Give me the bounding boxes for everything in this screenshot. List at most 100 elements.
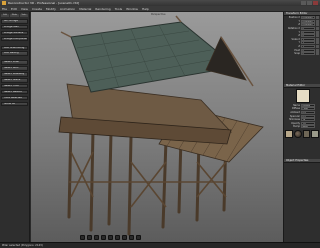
field-input[interactable]: 1 (301, 41, 315, 45)
window-title: Reconstructor 3D - Professional - [scene… (8, 1, 80, 5)
app-icon (2, 1, 6, 5)
material-editor-header[interactable]: Material Editor (284, 83, 320, 88)
stepper-icon[interactable] (315, 27, 319, 31)
tool-button[interactable]: Add Railing (1, 51, 28, 56)
move-icon[interactable] (80, 234, 85, 240)
tool-button[interactable]: Show All (1, 101, 28, 107)
tool-button[interactable]: Select Floor (1, 83, 28, 89)
field-label: Scale X (291, 37, 300, 41)
roof (70, 21, 238, 93)
field-label: Z (298, 23, 300, 27)
menu-modify[interactable]: Modify (46, 7, 56, 11)
zoom-icon[interactable] (108, 234, 113, 240)
tool-button[interactable]: Add Scaffolding (1, 45, 28, 51)
material-sphere-preview[interactable] (293, 129, 302, 138)
field-input[interactable]: 10 (301, 118, 315, 122)
material-thumbnail[interactable] (285, 129, 293, 138)
stepper-icon[interactable] (315, 34, 319, 38)
menu-edit[interactable]: Edit (11, 7, 17, 11)
tool-panel: Edit Mode Tools Mk. Bridge Bridge Wall B… (0, 12, 30, 242)
field-input[interactable]: 0.000000 (301, 23, 315, 27)
field-input[interactable]: 0.000000 (301, 16, 315, 20)
field-input[interactable]: Default (301, 103, 315, 107)
field-input[interactable]: Color (301, 107, 315, 111)
tool-button[interactable]: Select Pillar (1, 60, 28, 65)
field-label: Shininess (289, 118, 300, 122)
frame-icon[interactable] (129, 234, 134, 240)
field-input[interactable]: 0.2 (301, 114, 315, 118)
object-properties-header[interactable]: Object Properties (284, 158, 320, 163)
field-label: Y (298, 19, 300, 23)
tab-edit[interactable]: Edit (1, 14, 10, 17)
tool-button[interactable]: Mk. Bridge (1, 19, 28, 24)
field-label: Opacity (291, 121, 300, 125)
material-thumbnail[interactable] (311, 129, 319, 138)
panel-spacer (284, 139, 320, 159)
material-row: Bump None (284, 125, 320, 129)
field-input[interactable]: 0.000000 (301, 19, 315, 23)
field-input[interactable]: None (301, 125, 315, 129)
material-thumbnails (284, 129, 320, 139)
tool-button[interactable]: Select Beams (1, 89, 28, 95)
tool-button[interactable]: Bridge Wall (1, 24, 28, 30)
transform-row: Snap 0 (284, 52, 320, 56)
maximize-button[interactable] (307, 1, 312, 5)
rotate-icon[interactable] (87, 234, 92, 240)
stilt-house-model[interactable] (31, 12, 283, 242)
field-input[interactable]: 1.0 (301, 121, 315, 125)
minimize-button[interactable] (301, 1, 306, 5)
select-icon[interactable] (101, 234, 106, 240)
menu-file[interactable]: File (2, 7, 7, 11)
menu-help[interactable]: Help (142, 7, 149, 11)
menu-material[interactable]: Material (79, 7, 91, 11)
3d-viewport[interactable]: Perspective (31, 12, 283, 242)
tool-button[interactable]: Bridge Component (1, 36, 28, 42)
menu-create[interactable]: Create (32, 7, 42, 11)
window-controls (301, 1, 318, 5)
orbit-icon[interactable] (122, 234, 127, 240)
color-swatch[interactable] (296, 88, 310, 103)
stepper-icon[interactable] (315, 48, 319, 52)
field-input[interactable]: 0 (301, 30, 315, 34)
tab-tools[interactable]: Tools (19, 14, 28, 17)
stepper-icon[interactable] (315, 16, 319, 20)
field-input[interactable]: 1 (301, 37, 315, 41)
stepper-icon[interactable] (315, 52, 319, 56)
tool-button[interactable]: Hide Selected (1, 95, 28, 101)
tool-button[interactable]: Select Roof (1, 66, 28, 71)
field-label: Specular (289, 114, 300, 118)
menu-window[interactable]: Window (126, 7, 138, 11)
stepper-icon[interactable] (315, 45, 319, 49)
stepper-icon[interactable] (315, 19, 319, 23)
pan-icon[interactable] (115, 234, 120, 240)
material-thumbnail[interactable] (302, 129, 311, 138)
tool-button[interactable]: Select Walkway (1, 72, 28, 77)
menu-rendering[interactable]: Rendering (95, 7, 110, 11)
tab-mode[interactable]: Mode (10, 14, 19, 17)
tool-button[interactable]: Bridge Surface (1, 30, 28, 36)
scale-icon[interactable] (94, 234, 99, 240)
stepper-icon[interactable] (315, 23, 319, 27)
stepper-icon[interactable] (315, 30, 319, 34)
field-label: Name (293, 103, 300, 107)
field-input[interactable]: 0 (301, 52, 315, 56)
field-input[interactable]: 0 (301, 34, 315, 38)
field-label: Ambient (290, 111, 300, 115)
viewport-toolbar (80, 234, 141, 240)
stepper-icon[interactable] (315, 37, 319, 41)
field-label: Snap (294, 52, 300, 56)
tool-button[interactable]: Select Stairs (1, 78, 28, 83)
field-label: Diffuse (291, 107, 300, 111)
field-input[interactable]: 0.5 (301, 111, 315, 115)
stepper-icon[interactable] (315, 41, 319, 45)
menu-animation[interactable]: Animation (60, 7, 75, 11)
field-label: Position X (288, 16, 300, 20)
tool-panel-tabs: Edit Mode Tools (1, 14, 28, 17)
field-input[interactable]: 0 (301, 48, 315, 52)
menu-view[interactable]: View (21, 7, 28, 11)
field-input[interactable]: 0 (301, 27, 315, 31)
menu-tools[interactable]: Tools (115, 7, 122, 11)
close-button[interactable] (313, 1, 318, 5)
field-input[interactable]: 1 (301, 45, 315, 49)
render-icon[interactable] (136, 234, 141, 240)
